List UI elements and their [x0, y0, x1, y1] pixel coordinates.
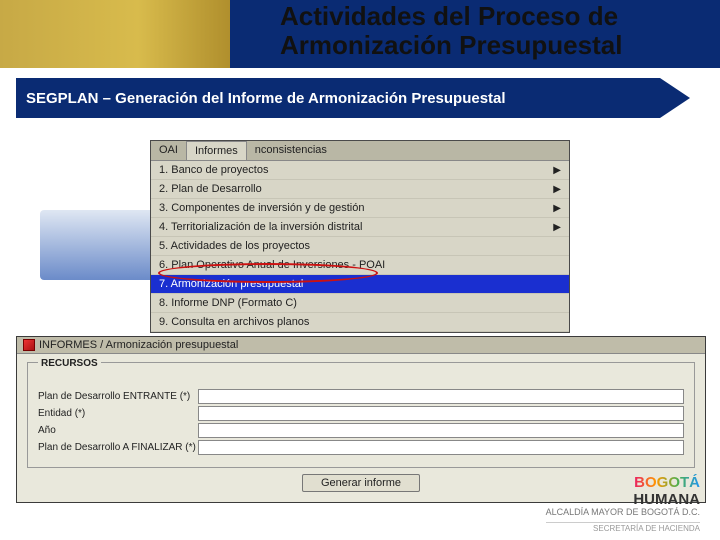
menu-item-label: 9. Consulta en archivos planos — [159, 316, 309, 328]
row-plan-finalizar: Plan de Desarrollo A FINALIZAR (*) — [38, 440, 684, 455]
row-plan-entrante: Plan de Desarrollo ENTRANTE (*) — [38, 389, 684, 404]
footer-logos: BOGOTÁ HUMANA ALCALDÍA MAYOR DE BOGOTÁ D… — [546, 475, 700, 534]
generar-informe-button[interactable]: Generar informe — [302, 474, 420, 492]
slide-title: Actividades del Proceso de Armonización … — [280, 2, 690, 59]
menu-item-label: 7. Armonización presupuestal — [159, 278, 303, 290]
menu-item-label: 4. Territorialización de la inversión di… — [159, 221, 362, 233]
label-plan-entrante: Plan de Desarrollo ENTRANTE (*) — [38, 391, 198, 402]
menu-item[interactable]: 8. Informe DNP (Formato C) — [151, 294, 569, 313]
menu-item-label: 6. Plan Operativo Anual de Inversiones -… — [159, 259, 385, 271]
input-plan-finalizar[interactable] — [198, 440, 684, 455]
fieldset-recursos: RECURSOS Plan de Desarrollo ENTRANTE (*)… — [27, 362, 695, 468]
menu-item-label: 3. Componentes de inversión y de gestión — [159, 202, 364, 214]
menu-item[interactable]: 1. Banco de proyectos ▶ — [151, 161, 569, 180]
menubar-item-oai[interactable]: OAI — [151, 141, 186, 160]
label-entidad: Entidad (*) — [38, 408, 198, 419]
form-titlebar: INFORMES / Armonización presupuestal — [17, 337, 705, 354]
window-icon — [23, 339, 35, 351]
menu-item-armonizacion[interactable]: 7. Armonización presupuestal — [151, 275, 569, 294]
menubar-item-inconsistencias[interactable]: nconsistencias — [247, 141, 335, 160]
menu-item[interactable]: 5. Actividades de los proyectos — [151, 237, 569, 256]
fieldset-legend: RECURSOS — [38, 358, 101, 369]
submenu-arrow-icon: ▶ — [553, 184, 561, 195]
alcaldia-text: ALCALDÍA MAYOR DE BOGOTÁ D.C. — [546, 508, 700, 518]
gold-stripe — [0, 0, 230, 68]
submenu-arrow-icon: ▶ — [553, 222, 561, 233]
menubar: OAI Informes nconsistencias — [151, 141, 569, 160]
submenu-arrow-icon: ▶ — [553, 165, 561, 176]
secretaria-text: SECRETARÍA DE HACIENDA — [546, 522, 700, 534]
bg-deco — [40, 210, 160, 280]
menu-item[interactable]: 4. Territorialización de la inversión di… — [151, 218, 569, 237]
menu-item-label: 5. Actividades de los proyectos — [159, 240, 310, 252]
menu-item[interactable]: 6. Plan Operativo Anual de Inversiones -… — [151, 256, 569, 275]
form-window-title: INFORMES / Armonización presupuestal — [39, 339, 238, 351]
menu-item[interactable]: 3. Componentes de inversión y de gestión… — [151, 199, 569, 218]
bogota-logo: BOGOTÁ — [634, 474, 700, 491]
menubar-item-informes[interactable]: Informes — [186, 141, 247, 160]
menu-item[interactable]: 2. Plan de Desarrollo ▶ — [151, 180, 569, 199]
submenu-arrow-icon: ▶ — [553, 203, 561, 214]
input-ano[interactable] — [198, 423, 684, 438]
menu-item-label: 2. Plan de Desarrollo — [159, 183, 262, 195]
menu-screenshot: OAI Informes nconsistencias 1. Banco de … — [150, 140, 570, 333]
input-plan-entrante[interactable] — [198, 389, 684, 404]
humana-logo: HUMANA — [633, 491, 700, 508]
subtitle-banner: SEGPLAN – Generación del Informe de Armo… — [16, 78, 660, 118]
label-ano: Año — [38, 425, 198, 436]
subtitle-text: SEGPLAN – Generación del Informe de Armo… — [26, 90, 506, 107]
menu-item[interactable]: 9. Consulta en archivos planos — [151, 313, 569, 332]
label-plan-finalizar: Plan de Desarrollo A FINALIZAR (*) — [38, 442, 198, 453]
subtitle-arrow — [660, 78, 690, 118]
input-entidad[interactable] — [198, 406, 684, 421]
row-ano: Año — [38, 423, 684, 438]
row-entidad: Entidad (*) — [38, 406, 684, 421]
menu-item-label: 8. Informe DNP (Formato C) — [159, 297, 297, 309]
menu-panel: 1. Banco de proyectos ▶ 2. Plan de Desarr… — [151, 160, 569, 332]
menu-item-label: 1. Banco de proyectos — [159, 164, 268, 176]
